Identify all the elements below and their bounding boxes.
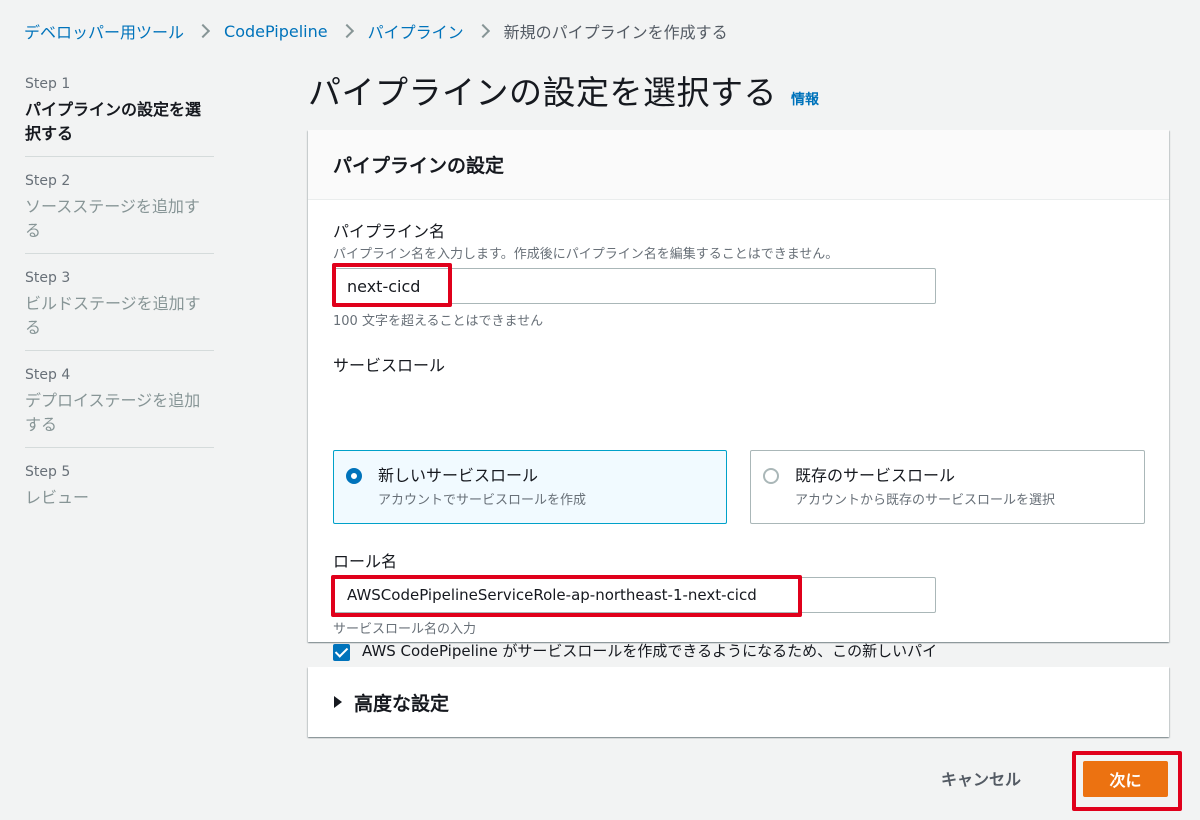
chevron-right-icon — [475, 23, 490, 39]
step-title: ソースステージを追加する — [25, 197, 200, 240]
next-button[interactable]: 次に — [1083, 761, 1168, 797]
page-header: パイプラインの設定を選択する 情報 — [308, 66, 819, 114]
breadcrumb-current: 新規のパイプラインを作成する — [503, 23, 728, 42]
radio-unselected-icon[interactable] — [763, 468, 779, 484]
wizard-step-1: Step 1 パイプラインの設定を選択する — [25, 74, 214, 157]
service-role-label: サービスロール — [333, 356, 446, 375]
role-name-description: サービスロール名の入力 — [333, 622, 477, 637]
step-number: Step 4 — [25, 367, 71, 383]
step-title: パイプラインの設定を選択する — [25, 100, 202, 143]
option-description: アカウントでサービスロールを作成 — [378, 493, 587, 508]
page-title: パイプラインの設定を選択する — [308, 73, 777, 112]
step-number: Step 1 — [25, 76, 71, 92]
breadcrumb-pipelines[interactable]: パイプライン — [368, 19, 464, 43]
step-title: レビュー — [25, 488, 90, 507]
wizard-step-2: Step 2 ソースステージを追加する — [25, 171, 214, 254]
role-name-label: ロール名 — [333, 552, 398, 571]
pipeline-settings-panel: パイプラインの設定 パイプライン名 パイプライン名を入力します。作成後にパイプラ… — [308, 130, 1169, 684]
wizard-step-3: Step 3 ビルドステージを追加する — [25, 268, 214, 351]
chevron-right-icon — [195, 23, 211, 39]
breadcrumb-developer-tools[interactable]: デベロッパー用ツール — [24, 19, 184, 43]
pipeline-name-description: パイプライン名を入力します。作成後にパイプライン名を編集することはできません。 — [333, 247, 839, 262]
chevron-right-icon — [339, 23, 354, 39]
wizard-step-4: Step 4 デプロイステージを追加する — [25, 365, 214, 448]
advanced-settings-label: 高度な設定 — [354, 692, 450, 715]
breadcrumb: デベロッパー用ツール CodePipeline パイプライン 新規のパイプライン… — [24, 19, 728, 43]
wizard-step-5: Step 5 レビュー — [25, 462, 214, 520]
pipeline-name-input[interactable]: next-cicd — [333, 268, 936, 304]
step-number: Step 5 — [25, 464, 71, 480]
option-title: 新しいサービスロール — [378, 466, 539, 485]
step-title: デプロイステージを追加する — [25, 391, 201, 434]
cancel-button[interactable]: キャンセル — [925, 760, 1037, 796]
page: デベロッパー用ツール CodePipeline パイプライン 新規のパイプライン… — [0, 0, 1200, 820]
breadcrumb-codepipeline[interactable]: CodePipeline — [224, 22, 328, 41]
panel-header: パイプラインの設定 — [308, 130, 1169, 200]
step-number: Step 2 — [25, 173, 71, 189]
info-link[interactable]: 情報 — [791, 89, 819, 109]
new-service-role-option[interactable]: 新しいサービスロール アカウントでサービスロールを作成 — [333, 450, 727, 524]
role-name-input[interactable]: AWSCodePipelineServiceRole-ap-northeast-… — [333, 577, 936, 613]
option-description: アカウントから既存のサービスロールを選択 — [795, 493, 1056, 508]
option-title: 既存のサービスロール — [795, 466, 956, 485]
allow-role-checkbox[interactable] — [333, 644, 350, 661]
step-number: Step 3 — [25, 270, 71, 286]
caret-right-icon — [334, 696, 342, 708]
advanced-settings-expander[interactable]: 高度な設定 — [308, 667, 1169, 737]
panel-body: パイプライン名 パイプライン名を入力します。作成後にパイプライン名を編集すること… — [308, 200, 1169, 684]
step-title: ビルドステージを追加する — [25, 294, 201, 337]
pipeline-name-label: パイプライン名 — [333, 222, 446, 241]
pipeline-name-constraint: 100 文字を超えることはできません — [333, 314, 544, 329]
radio-selected-icon[interactable] — [346, 468, 362, 484]
panel-title: パイプラインの設定 — [333, 155, 505, 177]
existing-service-role-option[interactable]: 既存のサービスロール アカウントから既存のサービスロールを選択 — [750, 450, 1145, 524]
wizard-steps: Step 1 パイプラインの設定を選択する Step 2 ソースステージを追加す… — [25, 74, 214, 534]
